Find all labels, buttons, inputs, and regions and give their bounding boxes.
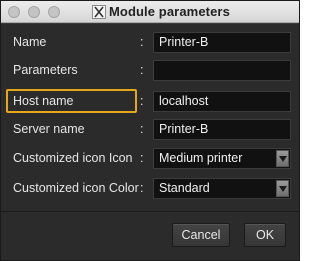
icon-label: Customized icon Icon	[13, 151, 133, 165]
server-name-colon: :	[140, 122, 144, 136]
host-name-colon: :	[140, 94, 144, 108]
color-select[interactable]: Standard	[153, 178, 291, 199]
icon-select[interactable]: Medium printer	[153, 148, 291, 169]
dialog-content: Name : Printer-B Parameters : Host name …	[1, 23, 299, 260]
field-row-icon: Customized icon Icon : Medium printer	[1, 146, 299, 172]
server-name-input[interactable]: Printer-B	[153, 119, 291, 140]
field-row-color: Customized icon Color : Standard	[1, 176, 299, 202]
minimize-window-button[interactable]	[28, 6, 40, 18]
chevron-down-icon[interactable]	[276, 180, 289, 197]
server-name-label: Server name	[13, 122, 85, 136]
host-name-label: Host name	[13, 94, 74, 108]
icon-select-value: Medium printer	[159, 151, 243, 165]
parameters-input[interactable]	[153, 60, 291, 81]
field-row-parameters: Parameters :	[1, 58, 299, 84]
bottom-divider	[1, 211, 299, 212]
parameters-colon: :	[140, 63, 144, 77]
name-colon: :	[140, 35, 144, 49]
chevron-down-icon[interactable]	[276, 150, 289, 167]
close-window-button[interactable]	[8, 6, 20, 18]
color-label: Customized icon Color	[13, 181, 139, 195]
title-bar: Module parameters	[1, 1, 299, 23]
color-select-value: Standard	[159, 181, 210, 195]
parameters-label: Parameters	[13, 63, 78, 77]
window-title: Module parameters	[109, 4, 230, 19]
name-input[interactable]: Printer-B	[153, 32, 291, 53]
field-row-host-name: Host name : localhost	[1, 89, 299, 115]
host-name-input[interactable]: localhost	[153, 91, 291, 112]
cancel-button[interactable]: Cancel	[172, 223, 230, 247]
field-row-server-name: Server name : Printer-B	[1, 117, 299, 143]
field-row-name: Name : Printer-B	[1, 30, 299, 56]
module-parameters-dialog: Module parameters Name : Printer-B Param…	[0, 0, 300, 261]
name-label: Name	[13, 35, 47, 49]
x-window-icon	[92, 5, 106, 19]
zoom-window-button[interactable]	[48, 6, 60, 18]
top-divider	[1, 23, 299, 24]
color-colon: :	[140, 181, 144, 195]
ok-button[interactable]: OK	[244, 223, 286, 247]
icon-colon: :	[140, 151, 144, 165]
